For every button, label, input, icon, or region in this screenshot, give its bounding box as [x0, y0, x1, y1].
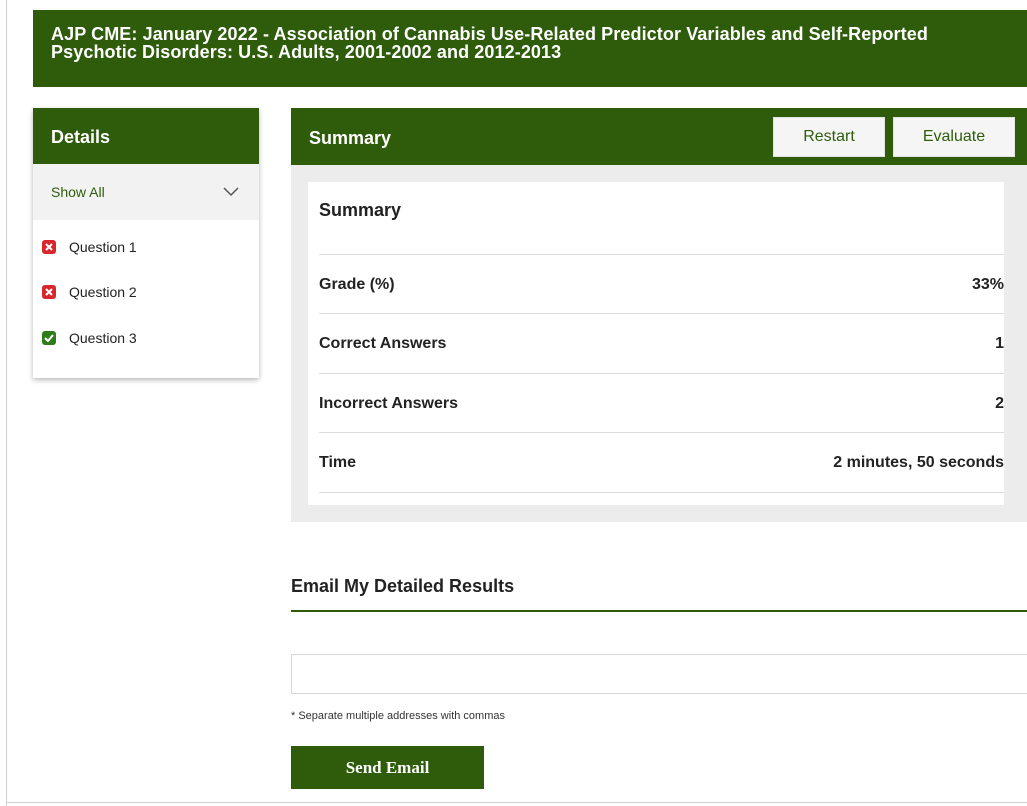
summary-header-title: Summary: [309, 128, 392, 148]
question-item-3[interactable]: Question 3: [33, 315, 259, 361]
time-label: Time: [319, 454, 357, 471]
page-title: AJP CME: January 2022 - Association of C…: [51, 24, 928, 62]
time-value: 2 minutes, 50 seconds: [833, 454, 1004, 471]
time-row: Time 2 minutes, 50 seconds: [319, 454, 1004, 472]
grade-row: Grade (%) 33%: [319, 276, 1004, 294]
incorrect-x-icon: [42, 285, 56, 300]
page-frame-bottom: [6, 802, 1027, 803]
row-divider: [319, 432, 1004, 433]
summary-header: Summary Restart Evaluate: [291, 108, 1027, 165]
restart-button[interactable]: Restart: [773, 117, 885, 157]
row-divider: [319, 313, 1004, 314]
correct-check-icon: [42, 330, 56, 345]
grade-label: Grade (%): [319, 276, 395, 293]
incorrect-answers-value: 2: [995, 395, 1004, 412]
question-list: Question 1 Question 2 Question 3: [33, 220, 259, 361]
question-label: Question 1: [69, 238, 137, 255]
row-divider: [319, 373, 1004, 374]
correct-answers-label: Correct Answers: [319, 335, 447, 352]
incorrect-x-icon: [42, 239, 56, 254]
summary-card-title: Summary: [319, 200, 402, 220]
show-all-label: Show All: [51, 184, 105, 200]
question-label: Question 2: [69, 284, 137, 301]
page-banner: AJP CME: January 2022 - Association of C…: [33, 10, 1027, 87]
sidebar-title: Details: [33, 108, 259, 164]
question-label: Question 3: [69, 329, 137, 346]
question-item-1[interactable]: Question 1: [33, 224, 259, 270]
row-divider: [319, 492, 1004, 493]
email-results-heading: Email My Detailed Results: [291, 576, 515, 596]
row-divider: [319, 254, 1004, 255]
email-section-divider: [291, 610, 1027, 612]
question-item-2[interactable]: Question 2: [33, 270, 259, 316]
incorrect-answers-row: Incorrect Answers 2: [319, 395, 1004, 413]
correct-answers-row: Correct Answers 1: [319, 335, 1004, 353]
send-email-button[interactable]: Send Email: [291, 746, 484, 789]
correct-answers-value: 1: [995, 335, 1004, 352]
email-address-input[interactable]: [291, 654, 1027, 694]
show-all-dropdown[interactable]: Show All: [33, 164, 259, 220]
email-hint: * Separate multiple addresses with comma…: [291, 710, 505, 722]
summary-panel: Summary Grade (%) 33% Correct Answers 1 …: [291, 165, 1027, 522]
grade-value: 33%: [971, 276, 1004, 293]
summary-card: Summary Grade (%) 33% Correct Answers 1 …: [308, 182, 1004, 505]
incorrect-answers-label: Incorrect Answers: [319, 395, 459, 412]
details-sidebar: Details Show All Question 1 Question 2 Q…: [33, 108, 259, 378]
chevron-down-icon: [223, 187, 239, 197]
evaluate-button[interactable]: Evaluate: [893, 117, 1015, 157]
